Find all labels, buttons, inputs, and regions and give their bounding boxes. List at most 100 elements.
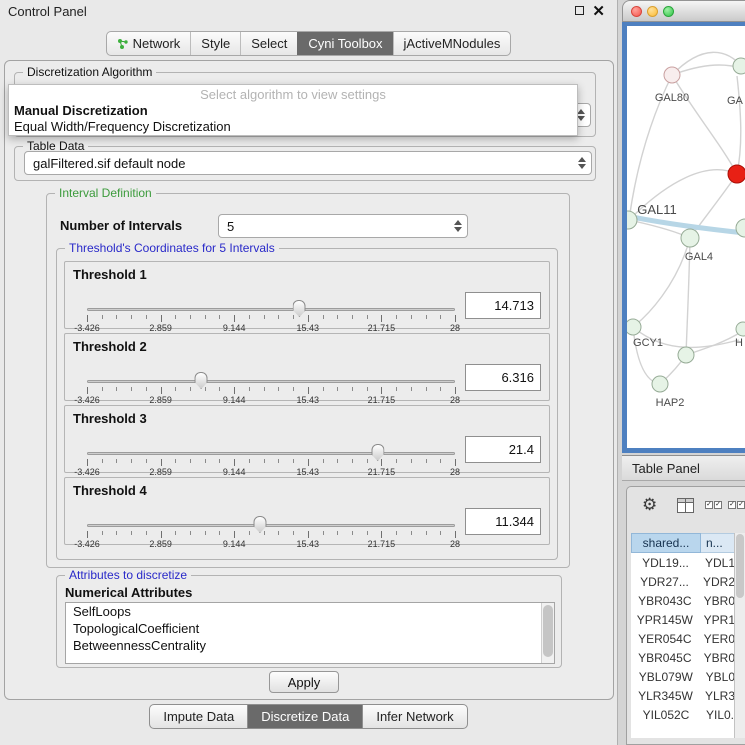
tick-label: 2.859 bbox=[149, 539, 172, 549]
bottom-tab-bar: Impute Data Discretize Data Infer Networ… bbox=[0, 704, 617, 729]
tick-mark bbox=[249, 531, 250, 535]
table-row[interactable]: YBL079W YBL0... bbox=[631, 667, 745, 686]
threshold-value-field[interactable] bbox=[465, 508, 541, 535]
tab-infer-network[interactable]: Infer Network bbox=[362, 704, 467, 729]
tab-impute-data[interactable]: Impute Data bbox=[149, 704, 248, 729]
checkbox-icon[interactable]: ✓ bbox=[737, 501, 745, 509]
tick-mark bbox=[396, 531, 397, 535]
tick-mark bbox=[367, 387, 368, 391]
table-row[interactable]: YLR345W YLR3... bbox=[631, 686, 745, 705]
list-scrollbar[interactable] bbox=[541, 603, 554, 663]
list-item[interactable]: SelfLoops bbox=[66, 603, 554, 620]
tick-mark bbox=[455, 315, 456, 322]
tab-select[interactable]: Select bbox=[240, 32, 297, 55]
table-toolbar: ⚙ ✓✓ ✓✓ bbox=[627, 493, 745, 521]
tab-network[interactable]: Network bbox=[107, 32, 191, 55]
threshold-slider[interactable]: -3.4262.8599.14415.4321.71528 bbox=[87, 444, 455, 474]
tick-label: 28 bbox=[450, 467, 460, 477]
list-item[interactable]: BetweennessCentrality bbox=[66, 637, 554, 654]
table-row[interactable]: YIL052C YIL0... bbox=[631, 705, 745, 724]
threshold-slider[interactable]: -3.4262.8599.14415.4321.71528 bbox=[87, 300, 455, 330]
slider-ticks bbox=[87, 459, 455, 467]
gear-icon[interactable]: ⚙ bbox=[642, 495, 657, 515]
table-row[interactable]: YDL19... YDL1... bbox=[631, 553, 745, 572]
threshold-value-field[interactable] bbox=[465, 364, 541, 391]
tick-mark bbox=[367, 531, 368, 535]
tick-label: 15.43 bbox=[297, 467, 320, 477]
float-window-icon[interactable] bbox=[575, 6, 584, 15]
table-row[interactable]: YBR043C YBR0... bbox=[631, 591, 745, 610]
close-icon[interactable]: ✕ bbox=[592, 2, 605, 20]
tick-mark bbox=[323, 459, 324, 463]
dropdown-option-equal-width[interactable]: Equal Width/Frequency Discretization bbox=[9, 119, 577, 135]
tick-mark bbox=[116, 387, 117, 391]
table-cell[interactable]: YBL079W bbox=[631, 667, 701, 686]
tick-mark bbox=[219, 531, 220, 535]
cyni-toolbox-panel: Discretization Algorithm Table Data galF… bbox=[4, 60, 614, 700]
zoom-light-icon[interactable] bbox=[663, 6, 674, 17]
tab-cyni-toolbox[interactable]: Cyni Toolbox bbox=[297, 32, 392, 55]
table-cell[interactable]: YDL19... bbox=[631, 553, 700, 572]
table-cell[interactable]: YBR043C bbox=[631, 591, 699, 610]
number-of-intervals-combobox[interactable]: 5 bbox=[218, 214, 468, 238]
tick-mark bbox=[426, 459, 427, 463]
column-header-shared-name[interactable]: shared... bbox=[631, 533, 701, 553]
tick-mark bbox=[102, 387, 103, 391]
slider-track[interactable] bbox=[87, 452, 455, 455]
tab-style[interactable]: Style bbox=[190, 32, 240, 55]
tick-mark bbox=[146, 387, 147, 391]
dropdown-option-manual-discretization[interactable]: Manual Discretization bbox=[9, 103, 577, 119]
tab-jactivemnodules[interactable]: jActiveMNodules bbox=[393, 32, 511, 55]
tab-label: Cyni Toolbox bbox=[308, 36, 382, 51]
slider-track[interactable] bbox=[87, 308, 455, 311]
table-cell[interactable]: YPR145W bbox=[631, 610, 699, 629]
columns-icon[interactable] bbox=[677, 498, 694, 518]
tick-mark bbox=[337, 531, 338, 535]
tick-mark bbox=[264, 387, 265, 391]
selection-mode-icons[interactable]: ✓✓ ✓✓ bbox=[705, 501, 745, 509]
table-row[interactable]: YBR045C YBR0... bbox=[631, 648, 745, 667]
threshold-value-field[interactable] bbox=[465, 292, 541, 319]
network-canvas[interactable]: GAL80 GA GAL11 GAL4 GCY1 HAP2 H bbox=[627, 26, 745, 448]
tick-mark bbox=[440, 387, 441, 391]
tick-mark bbox=[367, 459, 368, 463]
table-cell[interactable]: YIL052C bbox=[631, 705, 701, 724]
table-data-combobox[interactable]: galFiltered.sif default node bbox=[24, 151, 592, 175]
tick-mark bbox=[426, 315, 427, 319]
minimize-light-icon[interactable] bbox=[647, 6, 658, 17]
numerical-attributes-list[interactable]: SelfLoopsTopologicalCoefficientBetweenne… bbox=[65, 602, 555, 664]
table-row[interactable]: YDR27... YDR2... bbox=[631, 572, 745, 591]
apply-button[interactable]: Apply bbox=[269, 671, 339, 693]
table-cell[interactable]: YLR345W bbox=[631, 686, 700, 705]
scrollbar-thumb[interactable] bbox=[543, 605, 553, 657]
tick-label: 28 bbox=[450, 395, 460, 405]
tick-label: 9.144 bbox=[223, 395, 246, 405]
checkbox-icon[interactable]: ✓ bbox=[728, 501, 736, 509]
threshold-slider[interactable]: -3.4262.8599.14415.4321.71528 bbox=[87, 516, 455, 546]
table-cell[interactable]: YDR27... bbox=[631, 572, 698, 591]
close-light-icon[interactable] bbox=[631, 6, 642, 17]
table-row[interactable]: YER054C YER0... bbox=[631, 629, 745, 648]
node-label: GAL4 bbox=[685, 251, 713, 263]
tick-label: -3.426 bbox=[74, 467, 100, 477]
tick-mark bbox=[175, 315, 176, 319]
tick-mark bbox=[190, 459, 191, 463]
table-row[interactable]: YPR145W YPR1... bbox=[631, 610, 745, 629]
tick-mark bbox=[131, 459, 132, 463]
tab-discretize-data[interactable]: Discretize Data bbox=[247, 704, 363, 729]
tick-mark bbox=[190, 315, 191, 319]
tick-mark bbox=[219, 387, 220, 391]
checkbox-icon[interactable]: ✓ bbox=[705, 501, 713, 509]
table-cell[interactable]: YBR045C bbox=[631, 648, 699, 667]
table-scrollbar[interactable] bbox=[734, 533, 745, 738]
table-cell[interactable]: YER054C bbox=[631, 629, 699, 648]
tick-label: 28 bbox=[450, 323, 460, 333]
network-window-titlebar[interactable] bbox=[622, 0, 745, 22]
scrollbar-thumb[interactable] bbox=[736, 534, 744, 598]
slider-track[interactable] bbox=[87, 380, 455, 383]
threshold-slider[interactable]: -3.4262.8599.14415.4321.71528 bbox=[87, 372, 455, 402]
list-item[interactable]: TopologicalCoefficient bbox=[66, 620, 554, 637]
threshold-value-field[interactable] bbox=[465, 436, 541, 463]
slider-track[interactable] bbox=[87, 524, 455, 527]
checkbox-icon[interactable]: ✓ bbox=[714, 501, 722, 509]
